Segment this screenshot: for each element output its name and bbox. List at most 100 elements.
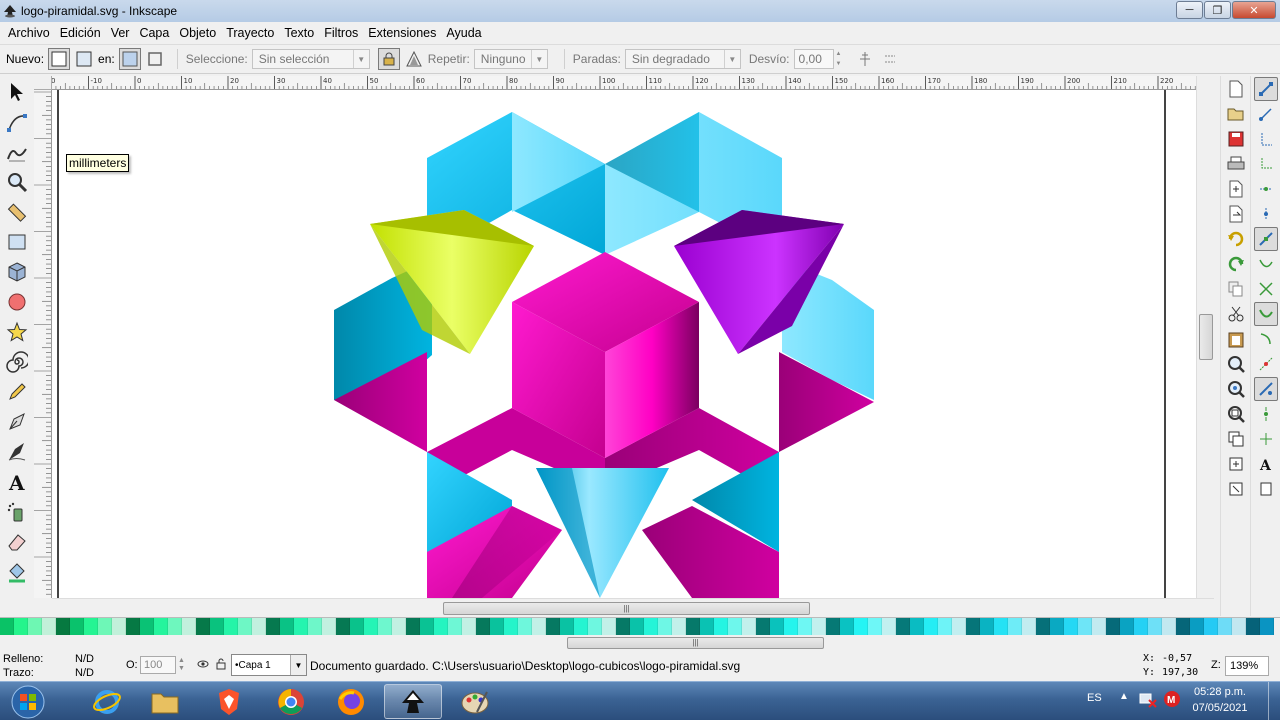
menu-ayuda[interactable]: Ayuda <box>442 26 485 40</box>
color-swatch[interactable] <box>574 618 588 635</box>
color-swatch[interactable] <box>1078 618 1092 635</box>
layer-selector[interactable]: •Capa 1 ▼ <box>231 654 307 676</box>
color-swatch[interactable] <box>644 618 658 635</box>
clock-date[interactable]: 07/05/2021 <box>1185 702 1255 714</box>
snap-intersection-button[interactable] <box>1254 277 1278 301</box>
color-swatch[interactable] <box>1036 618 1050 635</box>
ruler-horizontal[interactable]: -20 -10 0 10 20 30 40 50 60 70 80 90 100 110 120 130 140… <box>52 76 1196 90</box>
taskbar-internet-explorer[interactable] <box>78 684 136 719</box>
snap-toggle-button[interactable] <box>1254 77 1278 101</box>
snap-bbox-button[interactable] <box>1254 102 1278 126</box>
color-swatch[interactable] <box>1008 618 1022 635</box>
stroke-target-button[interactable] <box>144 48 166 70</box>
star-tool[interactable] <box>3 318 31 346</box>
snap-cusp-button[interactable] <box>1254 302 1278 326</box>
pyramid-logo-artwork[interactable] <box>52 90 1196 598</box>
start-button[interactable] <box>2 684 54 719</box>
color-swatch[interactable] <box>700 618 714 635</box>
color-swatch[interactable] <box>224 618 238 635</box>
tray-network-icon[interactable] <box>1139 690 1157 711</box>
color-swatch[interactable] <box>728 618 742 635</box>
color-swatch[interactable] <box>686 618 700 635</box>
color-swatch[interactable] <box>70 618 84 635</box>
paint-bucket-tool[interactable] <box>3 558 31 586</box>
ellipse-tool[interactable] <box>3 288 31 316</box>
menu-texto[interactable]: Texto <box>280 26 318 40</box>
color-swatch[interactable] <box>420 618 434 635</box>
color-swatch[interactable] <box>1120 618 1134 635</box>
clone-button[interactable] <box>1224 452 1248 476</box>
snap-smooth-button[interactable] <box>1254 327 1278 351</box>
horizontal-scroll-thumb[interactable]: ||| <box>443 602 810 615</box>
color-swatch[interactable] <box>952 618 966 635</box>
menu-capa[interactable]: Capa <box>135 26 173 40</box>
color-swatch[interactable] <box>756 618 770 635</box>
color-swatch[interactable] <box>1260 618 1274 635</box>
fill-value[interactable]: N/D <box>75 653 94 665</box>
color-swatch[interactable] <box>252 618 266 635</box>
color-swatch[interactable] <box>98 618 112 635</box>
color-swatch[interactable] <box>1176 618 1190 635</box>
color-swatch[interactable] <box>112 618 126 635</box>
color-swatch[interactable] <box>896 618 910 635</box>
text-tool[interactable]: A <box>3 468 31 496</box>
color-swatch[interactable] <box>784 618 798 635</box>
color-swatch[interactable] <box>448 618 462 635</box>
layer-visibility-toggle[interactable] <box>197 658 209 673</box>
color-swatch[interactable] <box>1022 618 1036 635</box>
color-swatch[interactable] <box>1218 618 1232 635</box>
color-swatch[interactable] <box>1064 618 1078 635</box>
color-swatch[interactable] <box>294 618 308 635</box>
offset-input[interactable]: 0,00 <box>793 49 834 69</box>
taskbar-file-explorer[interactable] <box>136 684 194 719</box>
radial-gradient-button[interactable] <box>73 48 95 70</box>
snap-text-baseline-button[interactable]: A <box>1254 452 1278 476</box>
color-swatch[interactable] <box>378 618 392 635</box>
palette-scroll-thumb[interactable]: ||| <box>567 637 824 649</box>
vertical-scroll-thumb[interactable] <box>1199 314 1213 360</box>
show-desktop-button[interactable] <box>1268 682 1280 720</box>
snap-others-button[interactable] <box>1254 377 1278 401</box>
repeat-combo[interactable]: Ninguno ▼ <box>473 49 548 69</box>
paste-button[interactable] <box>1224 327 1248 351</box>
color-swatch[interactable] <box>840 618 854 635</box>
taskbar-paint[interactable] <box>446 684 504 719</box>
tweak-tool[interactable] <box>3 138 31 166</box>
color-swatch[interactable] <box>868 618 882 635</box>
color-palette[interactable] <box>0 617 1280 635</box>
snap-bbox-corner-button[interactable] <box>1254 152 1278 176</box>
color-swatch[interactable] <box>672 618 686 635</box>
color-swatch[interactable] <box>1092 618 1106 635</box>
opacity-spinner[interactable]: ▲ ▼ <box>178 657 185 673</box>
color-swatch[interactable] <box>154 618 168 635</box>
color-swatch[interactable] <box>1246 618 1260 635</box>
minimize-button[interactable]: ─ <box>1176 1 1203 19</box>
palette-scrollbar[interactable]: ||| <box>0 635 1280 651</box>
color-swatch[interactable] <box>994 618 1008 635</box>
tray-antivirus-icon[interactable]: M <box>1163 690 1181 711</box>
color-swatch[interactable] <box>322 618 336 635</box>
color-swatch[interactable] <box>266 618 280 635</box>
color-swatch[interactable] <box>504 618 518 635</box>
color-swatch[interactable] <box>882 618 896 635</box>
color-swatch[interactable] <box>826 618 840 635</box>
zoom-selection-button[interactable] <box>1224 352 1248 376</box>
save-button[interactable] <box>1224 127 1248 151</box>
color-swatch[interactable] <box>14 618 28 635</box>
calligraphy-tool[interactable] <box>3 438 31 466</box>
snap-path-button[interactable] <box>1254 252 1278 276</box>
snap-line-mid-button[interactable] <box>1254 352 1278 376</box>
menu-trayecto[interactable]: Trayecto <box>222 26 278 40</box>
color-swatch[interactable] <box>434 618 448 635</box>
zoom-drawing-button[interactable] <box>1224 377 1248 401</box>
opacity-input[interactable]: 100 <box>140 656 176 674</box>
color-swatch[interactable] <box>1148 618 1162 635</box>
color-swatch[interactable] <box>392 618 406 635</box>
taskbar-brave[interactable] <box>200 684 258 719</box>
color-swatch[interactable] <box>350 618 364 635</box>
color-swatch[interactable] <box>56 618 70 635</box>
color-swatch[interactable] <box>938 618 952 635</box>
lock-button[interactable] <box>377 48 400 70</box>
color-swatch[interactable] <box>490 618 504 635</box>
unlink-clone-button[interactable] <box>1224 477 1248 501</box>
